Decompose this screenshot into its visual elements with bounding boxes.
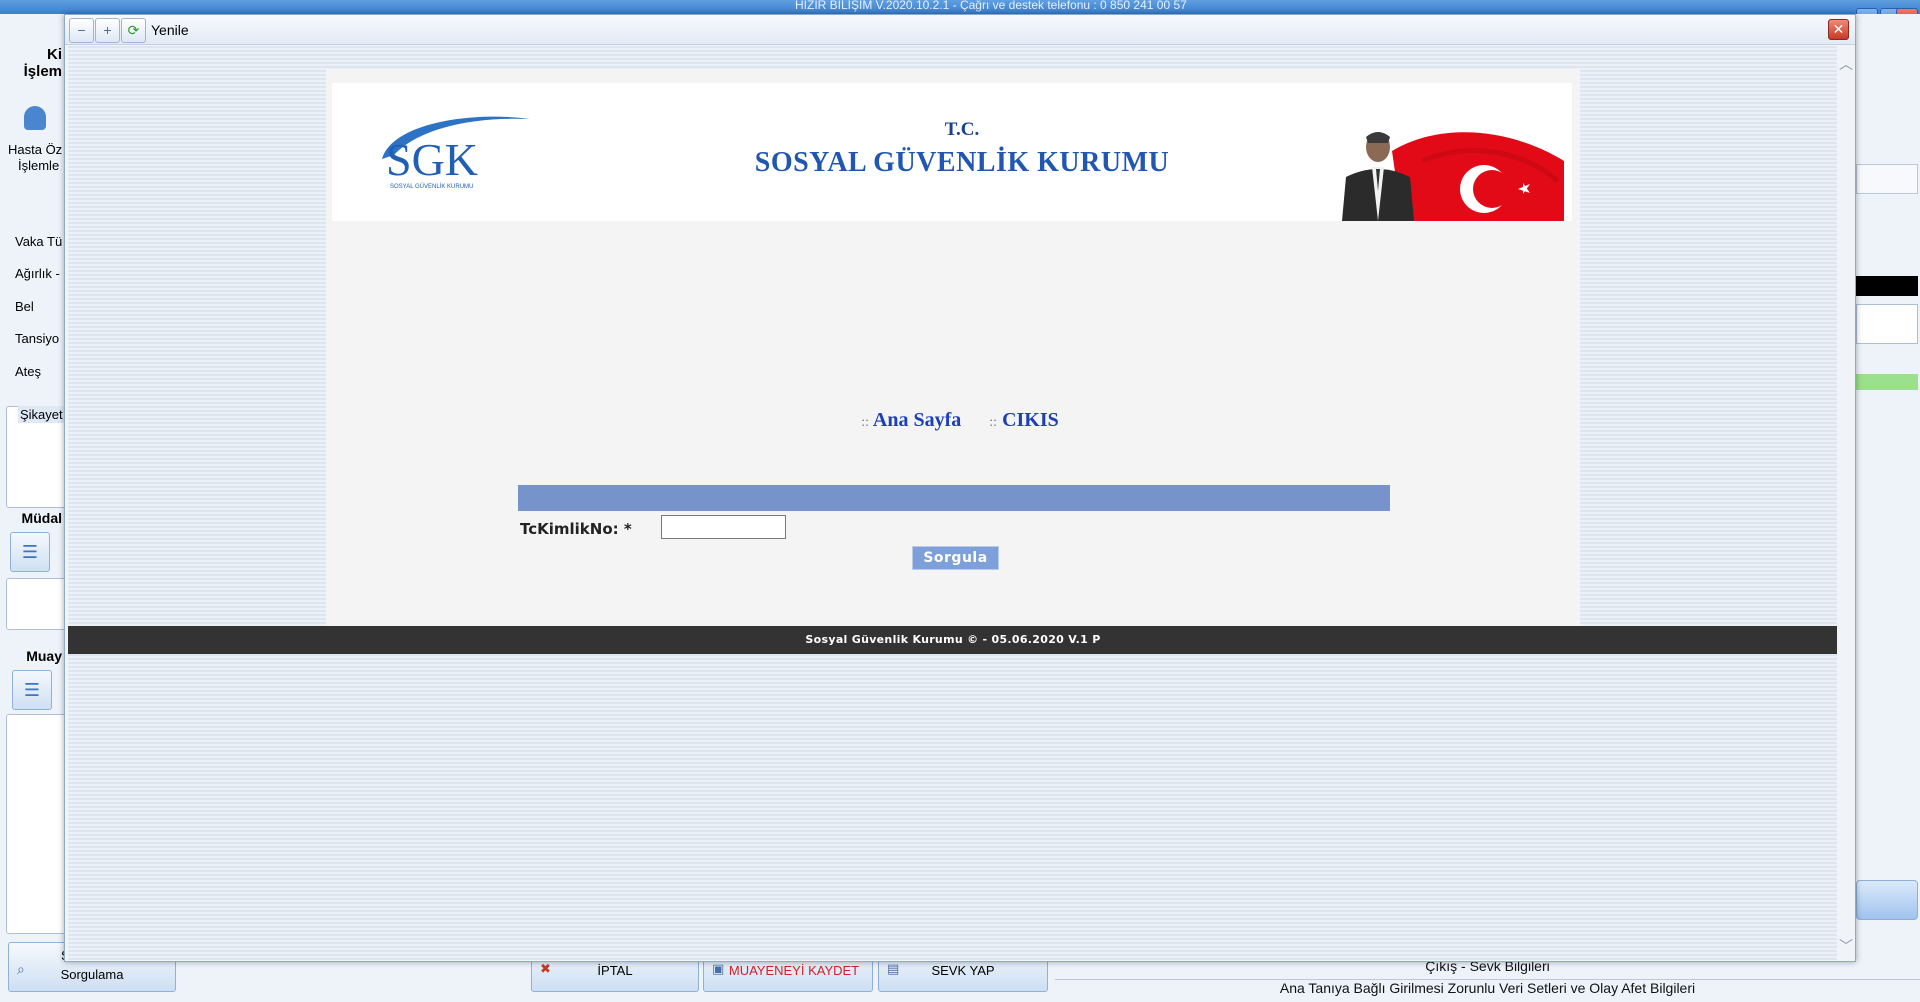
- chevron-down-icon[interactable]: ﹀: [1839, 936, 1853, 956]
- nav-separator: ::: [861, 415, 870, 430]
- svg-text:SOSYAL GÜVENLİK KURUMU: SOSYAL GÜVENLİK KURUMU: [390, 183, 473, 190]
- query-submit-button[interactable]: Sorgula: [912, 546, 999, 570]
- page-zoom-out-icon[interactable]: −: [69, 18, 94, 43]
- dialog-toolbar: − + ⟳ Yenile ✕: [65, 15, 1855, 45]
- save-exam-button-label: MUAYENEYİ KAYDET: [728, 963, 860, 978]
- dialog-content: SGK SOSYAL GÜVENLİK KURUMU T.C. SOSYAL G…: [68, 46, 1838, 960]
- muayene-box[interactable]: [6, 714, 66, 934]
- right-panel-box[interactable]: [1856, 304, 1918, 344]
- field-vaka-turu: Vaka Tü: [15, 234, 63, 249]
- field-agirlik: Ağırlık -: [15, 266, 60, 281]
- section-mudahale: Müdal: [21, 510, 62, 526]
- sgk-page: SGK SOSYAL GÜVENLİK KURUMU T.C. SOSYAL G…: [326, 69, 1580, 626]
- right-panel-bar: [1856, 276, 1918, 296]
- right-panel-button[interactable]: [1856, 880, 1918, 920]
- app-right-panel: [1846, 14, 1920, 1002]
- complaint-tab[interactable]: Şikayet: [18, 406, 65, 423]
- page-zoom-in-icon[interactable]: +: [95, 18, 120, 43]
- list-icon[interactable]: ☰: [12, 670, 52, 710]
- ataturk-flag-image: [1342, 132, 1564, 221]
- nav-logout-link[interactable]: CIKIS: [1002, 409, 1059, 431]
- left-heading-1-line1: Ki: [47, 46, 62, 63]
- cancel-button-label: İPTAL: [597, 963, 633, 978]
- vertical-scrollbar[interactable]: ︿ ﹀: [1837, 46, 1855, 960]
- tc-kimlik-label: TcKimlikNo: *: [520, 520, 632, 538]
- sgk-banner: SGK SOSYAL GÜVENLİK KURUMU T.C. SOSYAL G…: [332, 83, 1572, 221]
- status-line-2[interactable]: Ana Tanıya Bağlı Girilmesi Zorunlu Veri …: [1055, 979, 1920, 996]
- field-bel: Bel: [15, 299, 34, 314]
- chevron-up-icon[interactable]: ︿: [1839, 54, 1853, 74]
- app-title-bar: HIZIR BİLİŞİM V.2020.10.2.1 - Çağrı ve d…: [0, 0, 1920, 14]
- field-tansiyon: Tansiyo: [15, 331, 60, 346]
- refresh-label[interactable]: Yenile: [151, 22, 189, 38]
- sgk-nav: :: Ana Sayfa :: CIKIS: [326, 409, 1580, 432]
- nav-home-link[interactable]: Ana Sayfa: [873, 409, 961, 431]
- close-icon[interactable]: ✕: [1828, 19, 1849, 40]
- app-left-panel: Ki İşlem Hasta Öz İşlemle Vaka Tü Ağırlı…: [0, 14, 66, 1002]
- patient-ops-label-1: Hasta Öz: [8, 142, 63, 157]
- patient-ops-button[interactable]: Hasta Öz İşlemle: [2, 96, 66, 196]
- app-title: HIZIR BİLİŞİM V.2020.10.2.1 - Çağrı ve d…: [795, 0, 1187, 12]
- list-icon[interactable]: ☰: [10, 532, 50, 572]
- left-heading-1: Ki İşlem: [0, 46, 66, 80]
- sgk-footer: Sosyal Güvenlik Kurumu © - 05.06.2020 V.…: [68, 626, 1838, 654]
- nav-separator: ::: [989, 415, 998, 430]
- referral-button-label: SEVK YAP: [931, 963, 995, 978]
- section-muayene: Muay: [26, 648, 62, 664]
- sgk-dialog: − + ⟳ Yenile ✕ SGK SOSYAL GÜVENLİK KURUM…: [64, 14, 1856, 962]
- right-panel-row: [1856, 164, 1918, 194]
- mudahale-box[interactable]: [6, 578, 66, 630]
- user-icon: [24, 106, 46, 130]
- query-button-label-2: Sorgulama: [60, 967, 124, 982]
- patient-ops-label-2: İşlemle: [18, 158, 60, 173]
- right-panel-highlight: [1856, 374, 1918, 390]
- refresh-icon[interactable]: ⟳: [121, 18, 146, 43]
- field-ates: Ateş: [15, 364, 42, 379]
- tc-kimlik-input[interactable]: [661, 515, 786, 539]
- left-heading-1-line2: İşlem: [23, 63, 62, 80]
- form-header-bar: [518, 485, 1390, 511]
